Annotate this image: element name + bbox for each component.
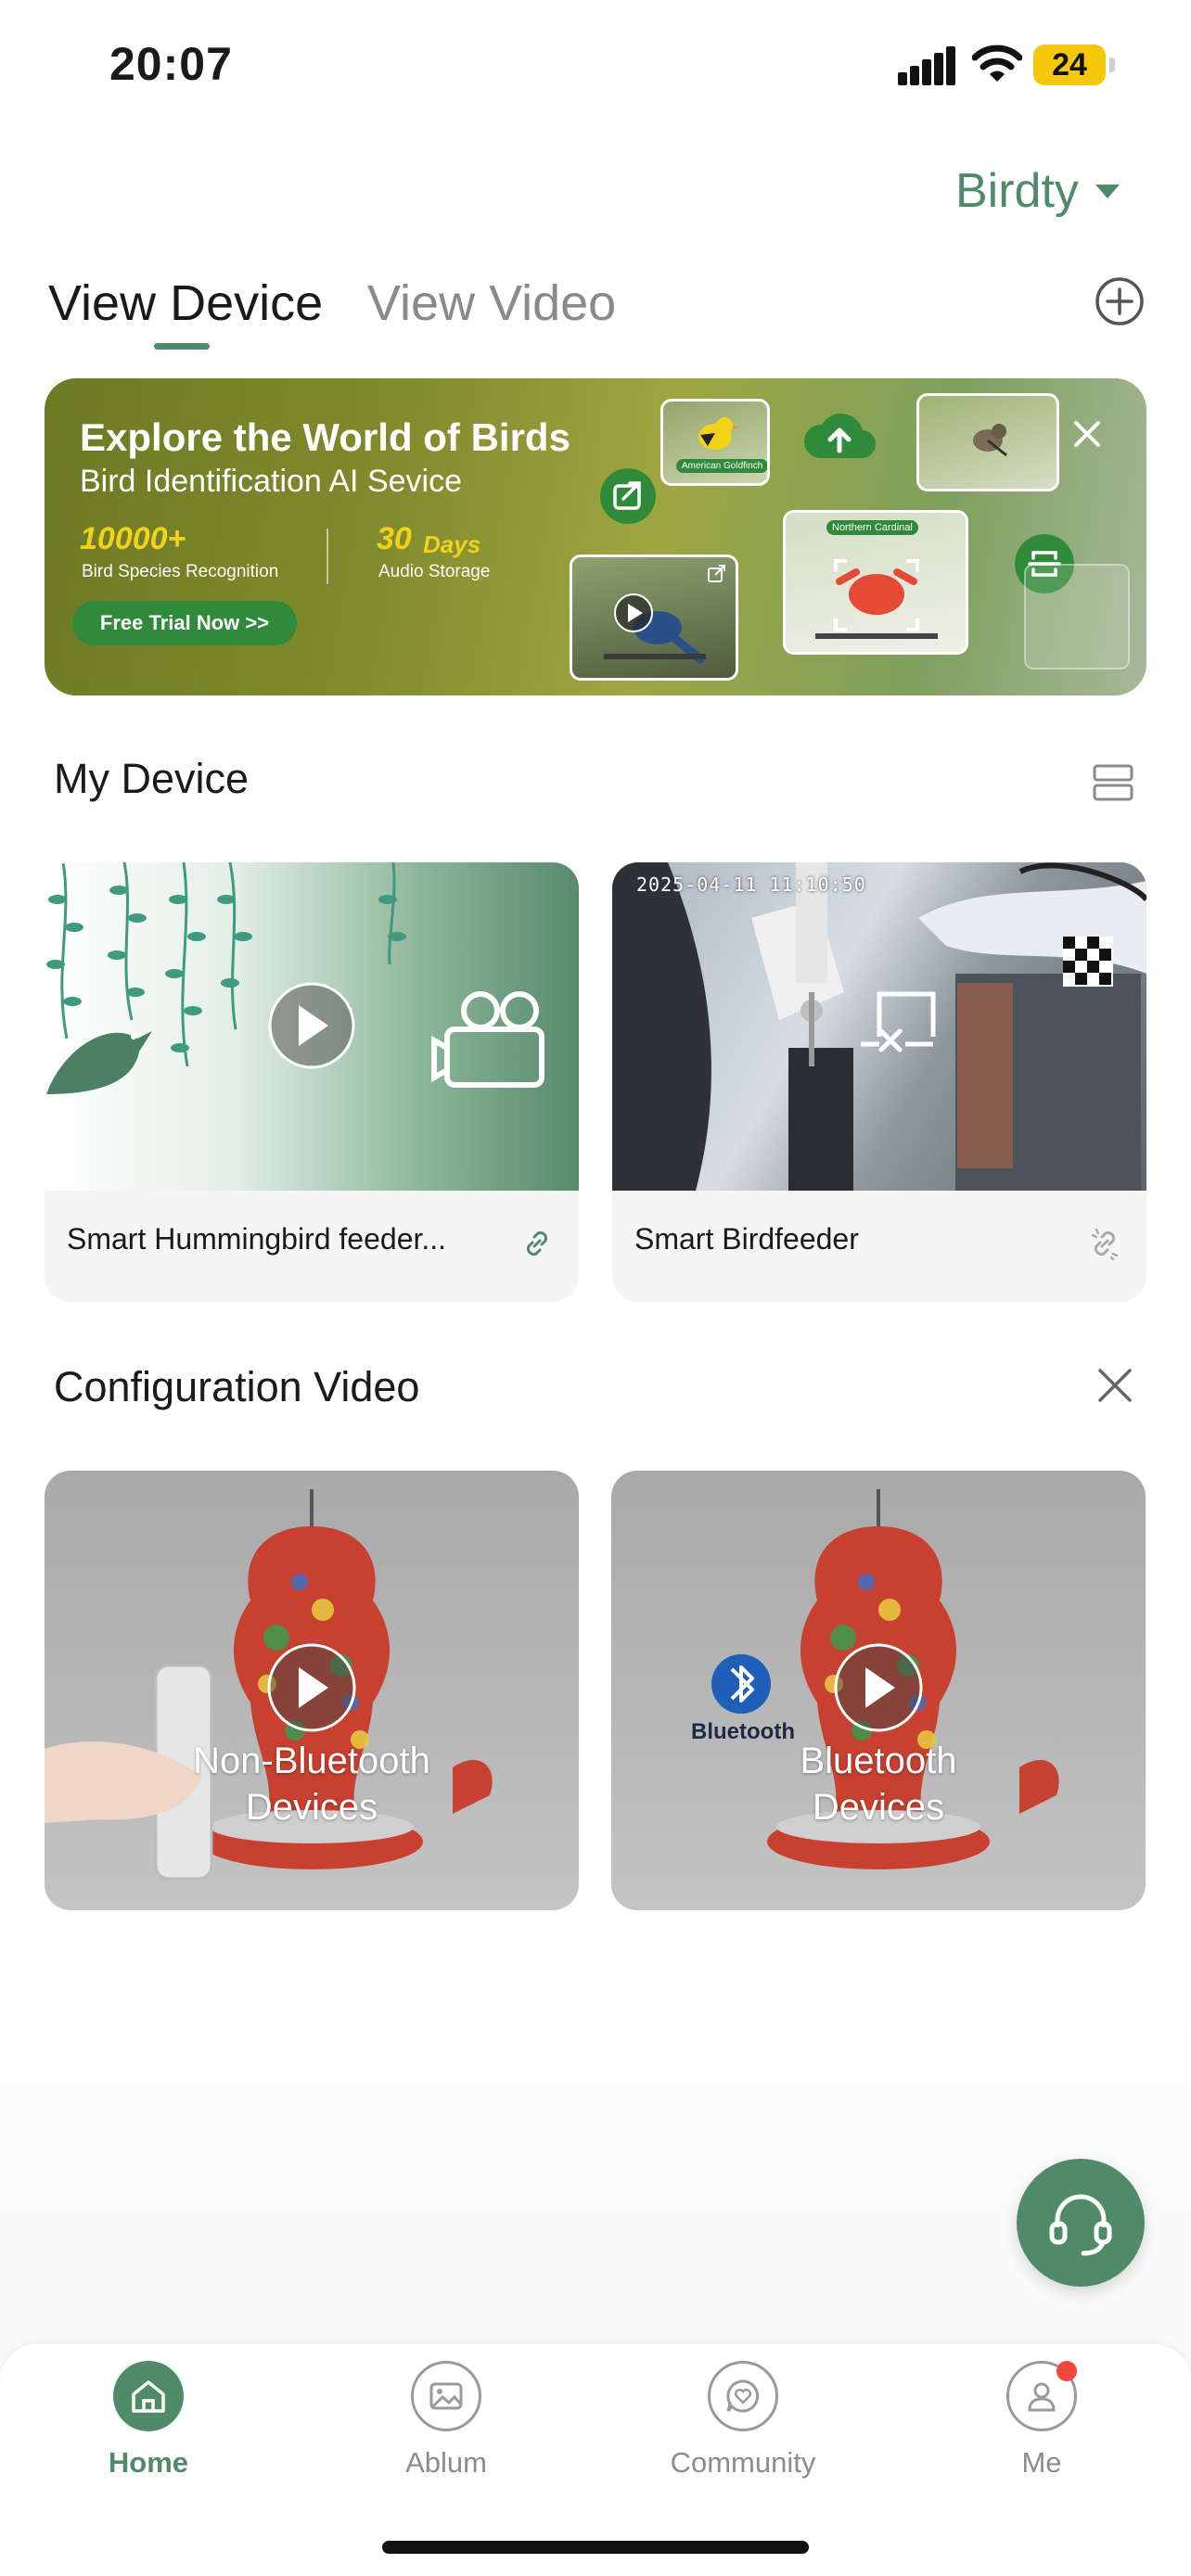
feeder-illustration [45, 1489, 493, 1881]
device-card-hummingbird-feeder[interactable]: Smart Hummingbird feeder... [45, 862, 579, 1302]
banner-stat-label: Audio Storage [378, 562, 491, 581]
video-camera-icon [431, 991, 544, 1088]
tab-view-video[interactable]: View Video [367, 274, 616, 332]
goldfinch-icon [698, 417, 739, 450]
share-icon [708, 565, 725, 582]
signal-icon [898, 46, 955, 85]
bluejay-icon [604, 593, 706, 664]
nav-label: Community [670, 2446, 816, 2479]
battery-icon: 24 [1033, 45, 1106, 85]
close-icon[interactable] [1070, 417, 1104, 451]
nav-label: Ablum [405, 2446, 487, 2479]
caret-down-icon [1095, 184, 1120, 198]
status-time: 20:07 [109, 38, 233, 90]
customer-support-button[interactable] [1017, 2159, 1145, 2287]
config-video-non-bluetooth[interactable]: Non-Bluetooth Devices [45, 1471, 579, 1910]
device-card-smart-birdfeeder[interactable]: 2025-04-11 11:10:50 Smart Birdfeeder [612, 862, 1146, 1302]
config-video-bluetooth[interactable]: Bluetooth Bluetooth Devices [611, 1471, 1146, 1910]
camera-snapshot [612, 862, 1146, 1191]
cloud-upload-icon [803, 414, 877, 459]
bluejay-thumbnail [570, 555, 738, 681]
home-icon [113, 2361, 184, 2431]
battery-tip [1109, 57, 1115, 72]
device-name: Smart Birdfeeder [634, 1222, 859, 1256]
vine-illustration [46, 862, 544, 1094]
bird-thumbnail [1024, 564, 1130, 670]
link-icon [526, 1231, 548, 1256]
album-icon [411, 2361, 481, 2431]
community-icon [708, 2361, 778, 2431]
promo-banner[interactable]: Explore the World of Birds Bird Identifi… [45, 378, 1146, 695]
nav-label: Home [108, 2446, 189, 2479]
list-layout-icon[interactable] [1089, 759, 1137, 807]
tab-active-indicator [154, 343, 210, 350]
feeder-illustration [711, 1489, 1059, 1869]
sparrow-thumbnail [916, 393, 1059, 491]
tab-view-device[interactable]: View Device [48, 274, 323, 332]
goldfinch-thumbnail: American Goldfinch [660, 399, 770, 486]
banner-title: Explore the World of Birds [80, 415, 570, 459]
sparrow-icon [973, 424, 1007, 457]
cardinal-thumbnail: Northern Cardinal [783, 510, 968, 655]
video-label: Non-Bluetooth Devices [193, 1741, 430, 1828]
species-tag: Northern Cardinal [826, 520, 918, 535]
banner-stat-value: 10000+ [80, 521, 186, 556]
section-title-my-device: My Device [54, 755, 250, 802]
species-tag: American Goldfinch [676, 459, 767, 473]
device-preview[interactable] [45, 862, 579, 1191]
link-broken-icon [1091, 1228, 1119, 1261]
close-icon[interactable] [1096, 1367, 1133, 1404]
device-name: Smart Hummingbird feeder... [67, 1222, 447, 1256]
nav-label: Me [1021, 2446, 1062, 2479]
video-timestamp: 2025-04-11 11:10:50 [636, 874, 866, 896]
nav-item-home[interactable]: Home [56, 2361, 241, 2480]
disconnected-icon [861, 991, 936, 1052]
notification-dot [1057, 2361, 1077, 2381]
headset-icon [1049, 2194, 1112, 2256]
add-device-icon[interactable] [1095, 276, 1145, 326]
brand-name: Birdty [955, 164, 1079, 218]
section-title-configuration-video: Configuration Video [54, 1363, 420, 1410]
device-preview[interactable]: 2025-04-11 11:10:50 [612, 862, 1146, 1191]
banner-divider [327, 529, 328, 584]
home-indicator [382, 2541, 809, 2554]
banner-stat-unit: Days [423, 530, 481, 558]
free-trial-button[interactable]: Free Trial Now >> [72, 601, 297, 645]
banner-stat-value: 30 [377, 521, 412, 556]
nav-item-album[interactable]: Ablum [353, 2361, 539, 2480]
nav-item-me[interactable]: Me [949, 2361, 1134, 2480]
bluetooth-icon [711, 1654, 771, 1714]
banner-subtitle: Bird Identification AI Sevice [80, 464, 463, 499]
video-label: Bluetooth Devices [800, 1741, 957, 1828]
wifi-icon [972, 45, 1022, 82]
banner-stat-label: Bird Species Recognition [82, 562, 279, 581]
brand-selector[interactable]: Birdty [955, 163, 1120, 219]
cardinal-icon [815, 559, 938, 639]
nav-item-community[interactable]: Community [650, 2361, 836, 2480]
share-icon [600, 468, 656, 524]
